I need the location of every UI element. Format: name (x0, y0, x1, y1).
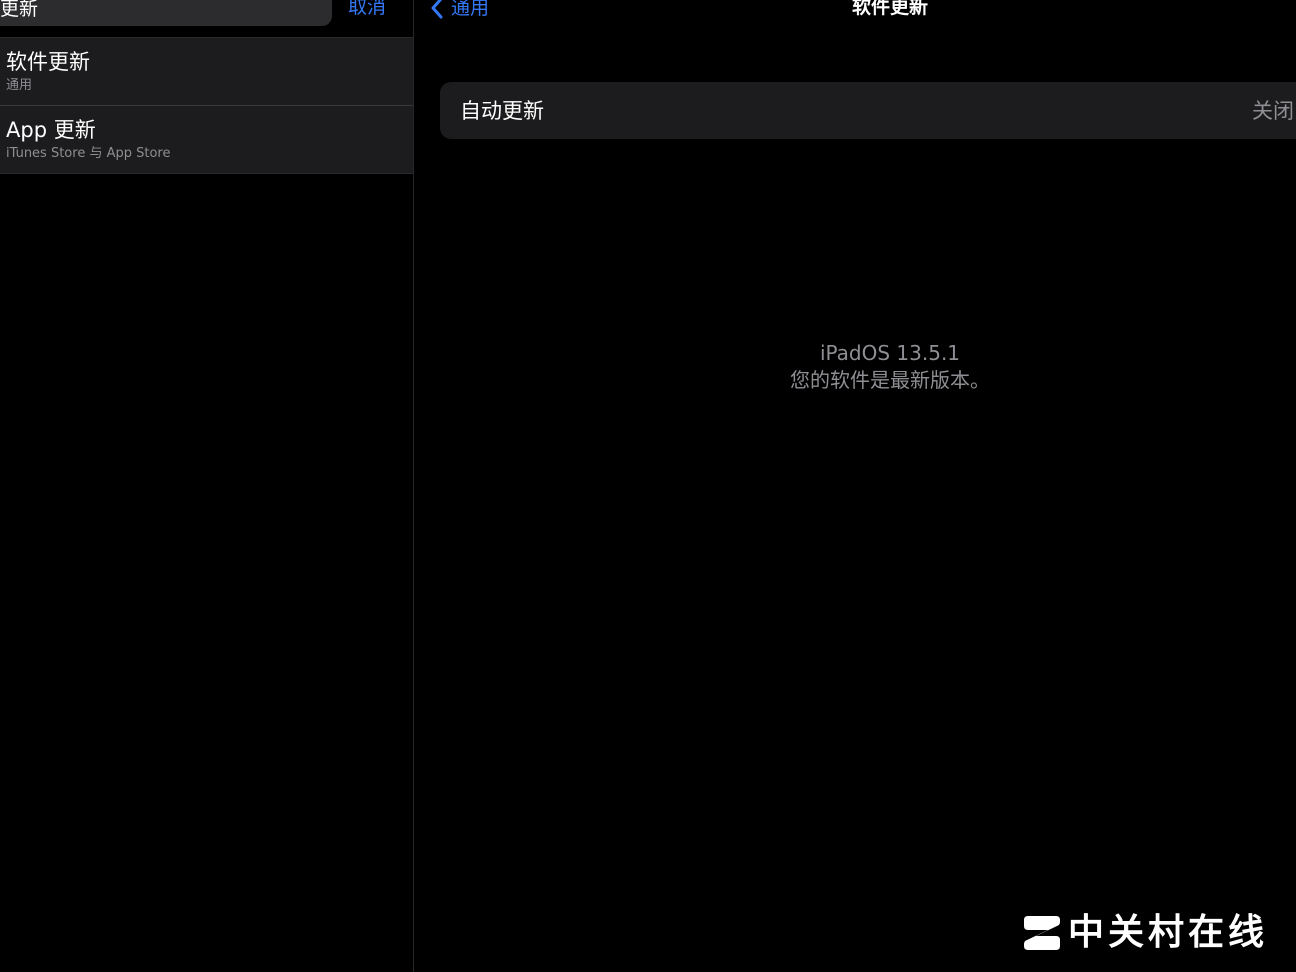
search-query[interactable]: 更新 (0, 0, 38, 20)
search-sidebar: 更新 取消 软件更新 通用 App 更新 iTunes Store 与 App … (0, 0, 414, 972)
watermark-text: 中关村在线 (1068, 912, 1269, 953)
zol-logo-icon (1024, 916, 1060, 950)
os-version: iPadOS 13.5.1 (819, 341, 961, 365)
search-field[interactable]: 更新 (0, 0, 332, 26)
result-title: App 更新 (6, 118, 96, 142)
page-title: 软件更新 (851, 0, 928, 18)
result-subtitle: 通用 (6, 78, 33, 93)
watermark: 中关村在线 (1022, 912, 1268, 954)
divider (0, 173, 413, 174)
cancel-button[interactable]: 取消 (348, 0, 386, 18)
result-subtitle: iTunes Store 与 App Store (6, 146, 171, 161)
auto-update-value: 关闭 (1252, 99, 1294, 123)
settings-screen: 更新 取消 软件更新 通用 App 更新 iTunes Store 与 App … (0, 0, 1296, 972)
auto-update-label: 自动更新 (460, 99, 544, 123)
detail-pane: 通用 软件更新 自动更新 关闭 iPadOS 13.5.1 您的软件是最新版本。 (414, 0, 1296, 972)
search-result-app-update[interactable]: App 更新 iTunes Store 与 App Store (0, 106, 413, 173)
update-status-message: 您的软件是最新版本。 (790, 368, 990, 392)
auto-update-row[interactable]: 自动更新 关闭 (440, 82, 1296, 139)
result-title: 软件更新 (6, 50, 90, 74)
search-result-software-update[interactable]: 软件更新 通用 (0, 38, 413, 105)
